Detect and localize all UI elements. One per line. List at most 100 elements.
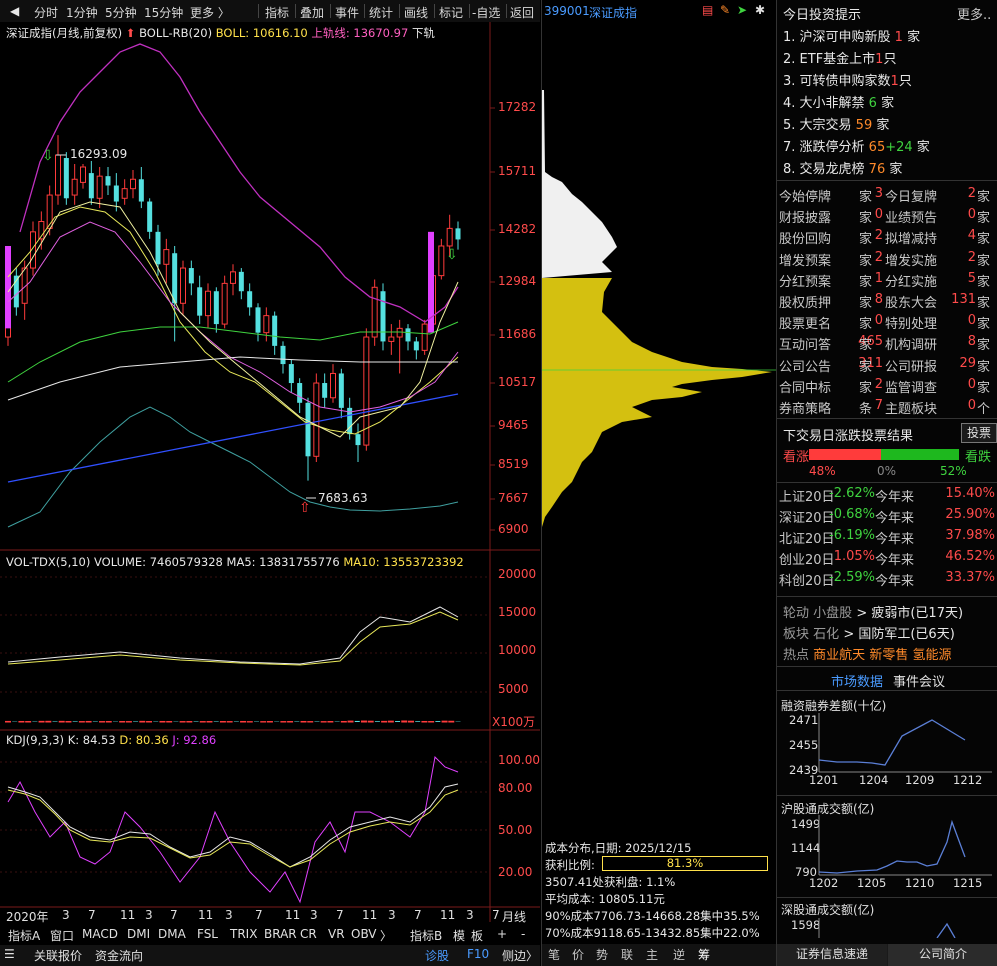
indicator-tab[interactable]: FSL [197,927,218,941]
indicator-tab[interactable]: DMI [127,927,150,941]
tab-strokes[interactable]: 笔 [548,946,560,963]
tab-main[interactable]: 主 [646,946,658,963]
hot-topic[interactable]: 氢能源 [912,648,951,663]
tip-item[interactable]: 1. 沪深可申购新股 1 家 [783,26,920,45]
tab-event-meetings[interactable]: 事件会议 [893,671,945,690]
toolbar-item-draw[interactable]: 画线 [404,4,428,21]
tip-item[interactable]: 8. 交易龙虎榜 76 家 [783,158,902,177]
star-icon[interactable]: ✱ [755,3,765,17]
indicator-tab[interactable]: 窗口 [50,927,74,944]
toolbar-item-stats[interactable]: 统计 [369,4,393,21]
toolbar-item-return[interactable]: 返回 [510,4,534,21]
toolbar-item-1min[interactable]: 1分钟 [66,4,98,21]
menu-icon[interactable]: ☰ [4,947,15,961]
indicator-tab[interactable]: 〉 [380,927,392,944]
chart-area[interactable]: ⇩ ⇧ ⇩ 深证成指(月线,前复权) ⬆ BOLL-RB(20) BOLL: 106… [0,22,540,925]
stat-label[interactable]: 今日复牌 [885,186,937,205]
stat-label[interactable]: 业绩预告 [885,207,937,226]
rotation-value[interactable]: 小盘股 [813,606,852,621]
indicator-tab[interactable]: MACD [82,927,118,941]
stat-label[interactable]: 股票更名 [779,313,831,332]
toolbar-item-mark[interactable]: 标记 [439,4,463,21]
stat-label[interactable]: 公司研报 [885,356,937,375]
tip-item[interactable]: 7. 涨跌停分析 65+24 家 [783,136,930,155]
toolbar-item-indicator[interactable]: 指标 [265,4,289,21]
tip-item[interactable]: 2. ETF基金上市1只 [783,48,896,67]
tab-securities-news[interactable]: 证券信息速递 [777,944,887,966]
volume-bar [133,721,139,722]
price-tick: 12984 [498,274,537,288]
stat-label[interactable]: 增发实施 [885,250,937,269]
tips-more-link[interactable]: 更多.. [957,4,991,23]
rotation-result[interactable]: 疲弱市(已17天) [871,606,963,621]
stat-label[interactable]: 券商策略 [779,398,831,417]
indicator-tab[interactable]: CR [300,927,317,941]
volume-bar [374,721,380,722]
stat-label[interactable]: 股东大会 [885,292,937,311]
boll-lower-label: 下轨 [411,26,435,40]
stat-label[interactable]: 财报披露 [779,207,831,226]
toolbar-item-overlay[interactable]: 叠加 [300,4,324,21]
indicator-tab[interactable]: OBV [351,927,377,941]
indicator-tab[interactable]: 模 [453,927,465,944]
stat-label[interactable]: 分红预案 [779,271,831,290]
tip-item[interactable]: 5. 大宗交易 59 家 [783,114,889,133]
tip-item[interactable]: 4. 大小非解禁 6 家 [783,92,894,111]
indicator-tab[interactable]: + [497,927,507,941]
index-code: 399001 [544,4,590,18]
volume-bar [421,720,428,723]
toolbar-item-watchlist[interactable]: -自选 [472,4,500,21]
indicator-tab[interactable]: BRAR [264,927,297,941]
stat-label[interactable]: 拟增减持 [885,228,937,247]
toolbar-item-15min[interactable]: 15分钟 [144,4,183,21]
stat-unit: 家 [859,211,873,227]
indicator-tab[interactable]: DMA [158,927,186,941]
flag-icon[interactable]: ➤ [737,3,747,17]
tab-price[interactable]: 价 [572,946,584,963]
toolbar-item-events[interactable]: 事件 [335,4,359,21]
toolbar-item-5min[interactable]: 5分钟 [105,4,137,21]
toolbar-item-more[interactable]: 更多 〉 [190,4,230,21]
toolbar-item-intraday[interactable]: 分时 [34,4,58,21]
tab-link[interactable]: 联 [621,946,633,963]
indicator-tab[interactable]: TRIX [230,927,257,941]
indicator-tab[interactable]: 指标B [410,927,442,944]
tab-market-data[interactable]: 市场数据 [831,671,883,690]
stat-label[interactable]: 公司公告 [779,356,831,375]
stat-label[interactable]: 合同中标 [779,377,831,396]
stat-label[interactable]: 监管调查 [885,377,937,396]
related-quote-link[interactable]: 关联报价 [34,947,82,964]
tab-chips[interactable]: 筹 [698,946,710,963]
tab-company-profile[interactable]: 公司简介 [888,944,997,966]
stat-label[interactable]: 股权质押 [779,292,831,311]
tip-item[interactable]: 3. 可转债申购家数1只 [783,70,912,89]
hot-topic[interactable]: 商业航天 [813,648,865,663]
stat-label[interactable]: 增发预案 [779,250,831,269]
stat-label[interactable]: 机构调研 [885,334,937,353]
stat-label[interactable]: 主题板块 [885,398,937,417]
indicator-tab[interactable]: - [521,927,525,941]
diagnose-link[interactable]: 诊股 [425,947,449,964]
stat-label[interactable]: 股份回购 [779,228,831,247]
indicator-tab[interactable]: VR [328,927,345,941]
tab-reverse[interactable]: 逆 [673,946,685,963]
candle-body [330,372,336,399]
period-label[interactable]: 月线 [502,908,526,925]
vote-button[interactable]: 投票 [961,423,997,443]
tab-trend[interactable]: 势 [596,946,608,963]
back-arrow-icon[interactable]: ◀ [10,4,19,18]
sector-value[interactable]: 石化 [813,627,839,642]
sector-result[interactable]: 国防军工(已6天) [858,627,954,642]
sidebar-toggle[interactable]: 侧边〉 [502,947,538,964]
ruler-icon[interactable]: ✎ [720,3,730,17]
stat-label[interactable]: 互动问答 [779,334,831,353]
notes-icon[interactable]: ▤ [702,3,713,17]
stat-label[interactable]: 今始停牌 [779,186,831,205]
indicator-tab[interactable]: 指标A [8,927,40,944]
f10-link[interactable]: F10 [467,947,489,961]
hot-topic[interactable]: 新零售 [869,648,908,663]
stat-label[interactable]: 分红实施 [885,271,937,290]
stat-label[interactable]: 特别处理 [885,313,937,332]
indicator-tab[interactable]: 板 [471,927,483,944]
capital-flow-link[interactable]: 资金流向 [95,947,143,964]
